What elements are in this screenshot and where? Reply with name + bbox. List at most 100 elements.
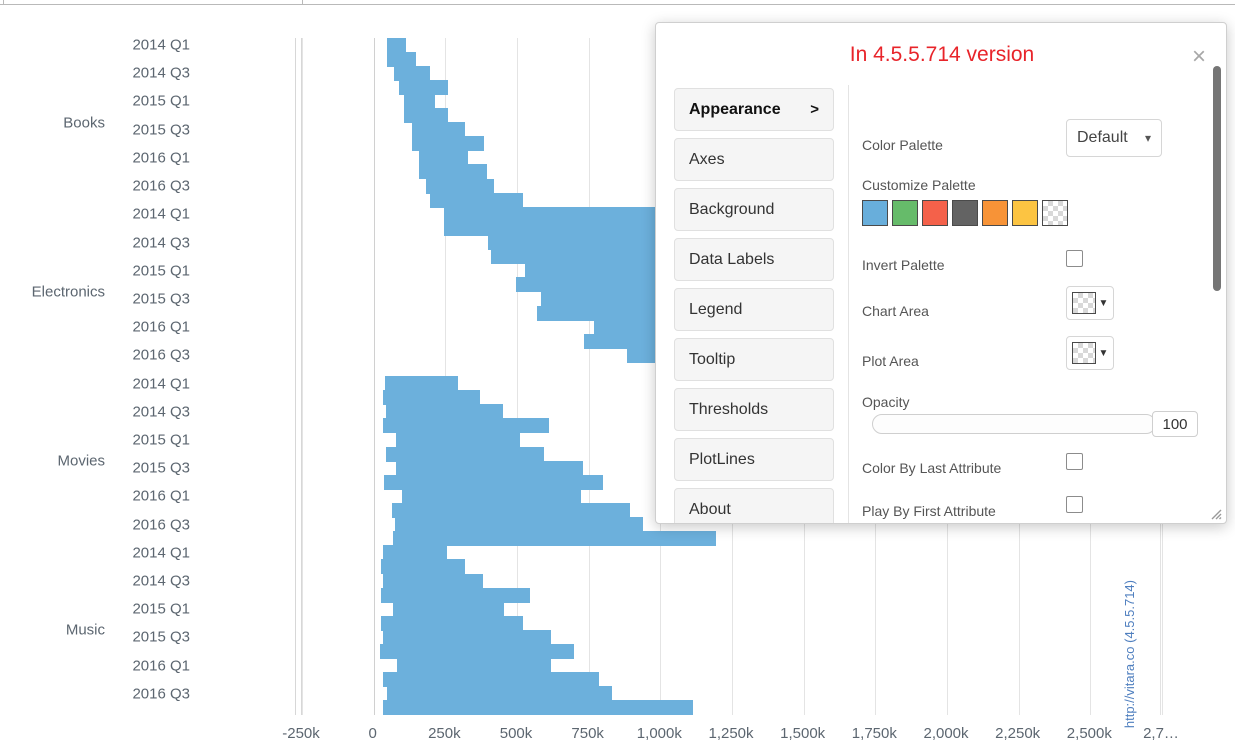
settings-nav-list: Appearance > Axes Background Data Labels Lege…: [674, 88, 834, 523]
bar[interactable]: [412, 122, 466, 138]
palette-swatch-4[interactable]: [952, 200, 978, 226]
settings-nav-item-label: About: [689, 500, 731, 518]
bar[interactable]: [380, 559, 465, 575]
palette-swatch-7[interactable]: [1042, 200, 1068, 226]
bar[interactable]: [382, 672, 599, 688]
bar[interactable]: [385, 404, 504, 420]
color-by-last-attribute-row: Color By Last Attribute: [862, 460, 1210, 476]
bar[interactable]: [385, 376, 459, 392]
opacity-slider[interactable]: [872, 414, 1156, 434]
y-axis-quarter-label: 2014 Q1: [132, 205, 190, 223]
settings-nav-item-label: PlotLines: [689, 450, 755, 468]
bar[interactable]: [382, 573, 484, 589]
plot-area-picker-wrap: ▼: [1066, 336, 1114, 370]
bar[interactable]: [380, 587, 530, 603]
color-palette-select[interactable]: Default ▾: [1066, 119, 1162, 157]
bar[interactable]: [429, 192, 524, 208]
gridline-0: [302, 38, 303, 715]
gridline-3: [517, 38, 518, 715]
customize-palette-row: Customize Palette: [862, 177, 1210, 193]
bar[interactable]: [393, 531, 717, 547]
bar[interactable]: [412, 136, 485, 152]
chart-area-label: Chart Area: [862, 303, 929, 319]
opacity-value[interactable]: 100: [1152, 411, 1198, 437]
bar[interactable]: [385, 446, 545, 462]
chevron-right-icon: >: [810, 101, 819, 118]
invert-palette-row: Invert Palette: [862, 257, 1210, 273]
invert-palette-checkbox-wrap: [1066, 250, 1083, 267]
dialog-scrollbar-thumb[interactable]: [1213, 66, 1221, 291]
y-axis-quarter-label: 2016 Q3: [132, 177, 190, 195]
settings-nav-item-appearance[interactable]: Appearance >: [674, 88, 834, 131]
y-axis-quarter-label: 2015 Q3: [132, 121, 190, 139]
palette-swatch-6[interactable]: [1012, 200, 1038, 226]
plot-area-color-picker[interactable]: ▼: [1066, 336, 1114, 370]
triangle-down-icon: ▼: [1098, 347, 1109, 359]
settings-nav-item-legend[interactable]: Legend: [674, 288, 834, 331]
bar[interactable]: [382, 390, 480, 406]
gridline-1: [373, 38, 375, 715]
palette-swatch-5[interactable]: [982, 200, 1008, 226]
bar[interactable]: [395, 517, 644, 533]
chevron-down-icon: ▾: [1144, 131, 1151, 145]
chart-settings-dialog: In 4.5.5.714 version × Appearance > Axes Ba…: [655, 22, 1227, 524]
bar[interactable]: [419, 150, 469, 166]
bar[interactable]: [387, 51, 417, 67]
bar[interactable]: [382, 629, 552, 645]
settings-nav-item-background[interactable]: Background: [674, 188, 834, 231]
bar[interactable]: [382, 418, 549, 434]
y-axis-quarter-label: 2014 Q1: [132, 544, 190, 562]
y-axis-labels: 2014 Q1 2014 Q3 2015 Q1 2015 Q3 2016 Q1 2016 …: [0, 37, 295, 715]
bar[interactable]: [393, 601, 505, 617]
palette-swatch-2[interactable]: [892, 200, 918, 226]
opacity-label: Opacity: [862, 394, 910, 410]
chart-area-color-picker[interactable]: ▼: [1066, 286, 1114, 320]
bar[interactable]: [382, 700, 694, 716]
bar[interactable]: [397, 658, 552, 674]
bar[interactable]: [392, 502, 631, 518]
opacity-slider-wrap: 100: [872, 411, 1198, 437]
settings-nav-item-plotlines[interactable]: PlotLines: [674, 438, 834, 481]
bar[interactable]: [387, 686, 612, 702]
settings-nav-item-label: Appearance: [689, 100, 781, 118]
y-axis-quarter-label: 2016 Q1: [132, 318, 190, 336]
bar[interactable]: [425, 178, 495, 194]
settings-nav-item-thresholds[interactable]: Thresholds: [674, 388, 834, 431]
vitara-watermark: http://vitara.co (4.5.5.714): [1122, 580, 1137, 729]
app-root: 2014 Q1 2014 Q3 2015 Q1 2015 Q3 2016 Q1 2016 …: [0, 0, 1235, 756]
dialog-scrollbar[interactable]: [1213, 66, 1221, 518]
bar[interactable]: [382, 545, 447, 561]
settings-nav-item-tooltip[interactable]: Tooltip: [674, 338, 834, 381]
invert-palette-checkbox[interactable]: [1066, 250, 1083, 267]
y-axis-category-label: Books: [63, 114, 105, 132]
bar[interactable]: [380, 615, 523, 631]
bar[interactable]: [401, 488, 582, 504]
bar[interactable]: [399, 79, 448, 95]
settings-nav-item-about[interactable]: About: [674, 488, 834, 523]
bar[interactable]: [394, 65, 431, 81]
palette-swatch-1[interactable]: [862, 200, 888, 226]
bar[interactable]: [403, 93, 436, 109]
palette-swatch-3[interactable]: [922, 200, 948, 226]
bar[interactable]: [403, 108, 448, 124]
bar[interactable]: [419, 164, 487, 180]
bar[interactable]: [383, 474, 603, 490]
color-by-last-attribute-checkbox[interactable]: [1066, 453, 1083, 470]
opacity-row: Opacity: [862, 394, 1210, 410]
y-axis-quarter-label: 2015 Q1: [132, 600, 190, 618]
bar[interactable]: [379, 644, 575, 660]
settings-nav-item-label: Legend: [689, 300, 743, 318]
close-icon[interactable]: ×: [1192, 45, 1206, 69]
resize-grip-icon[interactable]: [1208, 506, 1222, 520]
chart-area-picker-wrap: ▼: [1066, 286, 1114, 320]
bar[interactable]: [387, 37, 406, 53]
bar[interactable]: [396, 460, 583, 476]
chart-area-swatch-icon: [1071, 292, 1096, 314]
settings-nav-item-label: Axes: [689, 150, 725, 168]
play-by-first-attribute-checkbox[interactable]: [1066, 496, 1083, 513]
settings-nav-item-data-labels[interactable]: Data Labels: [674, 238, 834, 281]
bar[interactable]: [396, 432, 520, 448]
play-by-first-attribute-label: Play By First Attribute: [862, 503, 996, 519]
x-axis-tick-label: 2,500k: [1066, 725, 1112, 742]
settings-nav-item-axes[interactable]: Axes: [674, 138, 834, 181]
